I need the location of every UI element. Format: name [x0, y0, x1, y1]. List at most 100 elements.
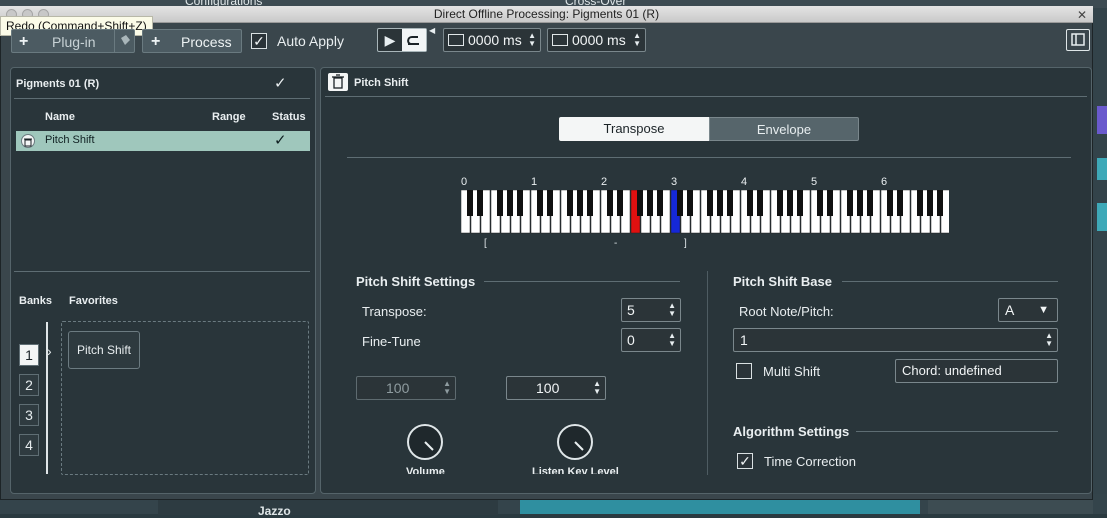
multi-shift-checkbox[interactable] — [736, 363, 752, 379]
black-key[interactable] — [687, 190, 693, 216]
post-crossfade-field[interactable]: 0000 ms ▲ ▼ — [547, 28, 646, 52]
volume-knob[interactable] — [407, 424, 443, 460]
post-crossfade-icon — [552, 34, 568, 46]
listen-level-knob[interactable] — [557, 424, 593, 460]
range-end-marker[interactable]: ] — [684, 238, 687, 249]
favorite-tile[interactable]: Pitch Shift — [68, 331, 140, 369]
black-key[interactable] — [677, 190, 683, 216]
divider — [484, 281, 680, 282]
transpose-value: 5 — [627, 302, 635, 318]
black-key[interactable] — [577, 190, 583, 216]
black-key[interactable] — [777, 190, 783, 216]
tab-envelope[interactable]: Envelope — [709, 117, 859, 141]
black-key[interactable] — [657, 190, 663, 216]
spin-arrows-icon[interactable]: ▲ ▼ — [593, 380, 601, 396]
loop-icon[interactable] — [402, 29, 426, 51]
plugin-menu-icon[interactable] — [114, 30, 135, 52]
apply-check-icon[interactable]: ✓ — [274, 74, 287, 92]
black-key[interactable] — [647, 190, 653, 216]
black-key[interactable] — [937, 190, 943, 216]
black-key[interactable] — [857, 190, 863, 216]
black-key[interactable] — [757, 190, 763, 216]
close-icon[interactable]: ✕ — [1077, 8, 1087, 22]
play-icon[interactable]: ▶ — [378, 29, 402, 51]
preview-options-icon[interactable]: ◀ — [429, 26, 435, 35]
spin-arrows-icon[interactable]: ▲ ▼ — [633, 32, 641, 48]
table-row[interactable]: Pitch Shift ✓ — [16, 131, 310, 151]
process-button[interactable]: + Process — [142, 29, 242, 53]
trash-icon[interactable] — [21, 134, 35, 148]
toggle-panel-button[interactable] — [1066, 29, 1090, 51]
spin-arrows-icon[interactable]: ▲ ▼ — [668, 332, 676, 348]
black-key[interactable] — [717, 190, 723, 216]
bank-2-button[interactable]: 2 — [19, 374, 39, 396]
post-time-value: 0000 ms — [572, 32, 626, 48]
black-key[interactable] — [927, 190, 933, 216]
black-key[interactable] — [517, 190, 523, 216]
plugin-button[interactable]: + Plug-in — [11, 29, 135, 53]
black-key[interactable] — [617, 190, 623, 216]
listen-level-stepper[interactable]: 100 ▲ ▼ — [506, 376, 606, 400]
finetune-stepper[interactable]: 0 ▲ ▼ — [621, 328, 681, 352]
tab-transpose[interactable]: Transpose — [559, 117, 709, 141]
black-key[interactable] — [507, 190, 513, 216]
pre-crossfade-field[interactable]: 0000 ms ▲ ▼ — [443, 28, 541, 52]
row-name: Pitch Shift — [45, 134, 95, 146]
transpose-stepper[interactable]: 5 ▲ ▼ — [621, 298, 681, 322]
black-key[interactable] — [867, 190, 873, 216]
black-key[interactable] — [747, 190, 753, 216]
black-key[interactable] — [567, 190, 573, 216]
octave-stepper[interactable]: 1 ▲ ▼ — [733, 328, 1058, 352]
plus-icon: + — [151, 33, 161, 50]
track-color-teal — [1097, 203, 1107, 231]
black-key[interactable] — [827, 190, 833, 216]
root-note-select[interactable]: A ▼ — [998, 298, 1058, 322]
black-key[interactable] — [917, 190, 923, 216]
algorithm-section-title: Algorithm Settings — [733, 424, 850, 439]
track-color-teal — [1097, 158, 1107, 180]
black-key[interactable] — [547, 190, 553, 216]
black-key[interactable] — [897, 190, 903, 216]
black-key[interactable] — [607, 190, 613, 216]
black-key[interactable] — [637, 190, 643, 216]
black-key[interactable] — [477, 190, 483, 216]
octave-label: 1 — [531, 176, 538, 188]
time-correction-checkbox[interactable]: ✓ — [737, 453, 753, 469]
black-key[interactable] — [847, 190, 853, 216]
auto-apply-checkbox[interactable]: ✓ — [251, 33, 267, 49]
black-key[interactable] — [887, 190, 893, 216]
window-titlebar[interactable]: Direct Offline Processing: Pigments 01 (… — [0, 6, 1093, 23]
black-key[interactable] — [707, 190, 713, 216]
black-key[interactable] — [587, 190, 593, 216]
audio-clip[interactable] — [928, 500, 1093, 514]
black-key[interactable] — [497, 190, 503, 216]
octave-label: 3 — [671, 176, 678, 188]
volume-stepper[interactable]: 100 ▲ ▼ — [356, 376, 456, 400]
bank-1-button[interactable]: 1 — [19, 344, 39, 366]
track-header[interactable] — [158, 498, 498, 515]
chord-field[interactable]: Chord: undefined — [895, 359, 1058, 383]
spin-arrows-icon[interactable]: ▲ ▼ — [443, 380, 451, 396]
pre-time-value: 0000 ms — [468, 32, 522, 48]
black-key[interactable] — [787, 190, 793, 216]
base-section-title: Pitch Shift Base — [733, 274, 832, 289]
black-key[interactable] — [537, 190, 543, 216]
spin-arrows-icon[interactable]: ▲ ▼ — [1045, 332, 1053, 348]
bank-4-button[interactable]: 4 — [19, 434, 39, 456]
black-key[interactable] — [797, 190, 803, 216]
bank-3-button[interactable]: 3 — [19, 404, 39, 426]
audio-clip[interactable] — [520, 500, 920, 514]
trash-icon[interactable] — [328, 73, 348, 91]
knob-label-clip: Volume Listen Key Level — [321, 466, 1091, 474]
time-correction-label: Time Correction — [764, 454, 856, 469]
track-name: Jazzo — [258, 504, 291, 518]
range-start-marker[interactable]: [ — [484, 238, 487, 249]
black-key[interactable] — [817, 190, 823, 216]
spin-arrows-icon[interactable]: ▲ ▼ — [668, 302, 676, 318]
column-divider — [707, 271, 708, 475]
piano-keyboard[interactable] — [461, 190, 949, 234]
spin-arrows-icon[interactable]: ▲ ▼ — [528, 32, 536, 48]
black-key[interactable] — [467, 190, 473, 216]
black-key[interactable] — [727, 190, 733, 216]
listen-level-label: Listen Key Level — [532, 466, 619, 474]
